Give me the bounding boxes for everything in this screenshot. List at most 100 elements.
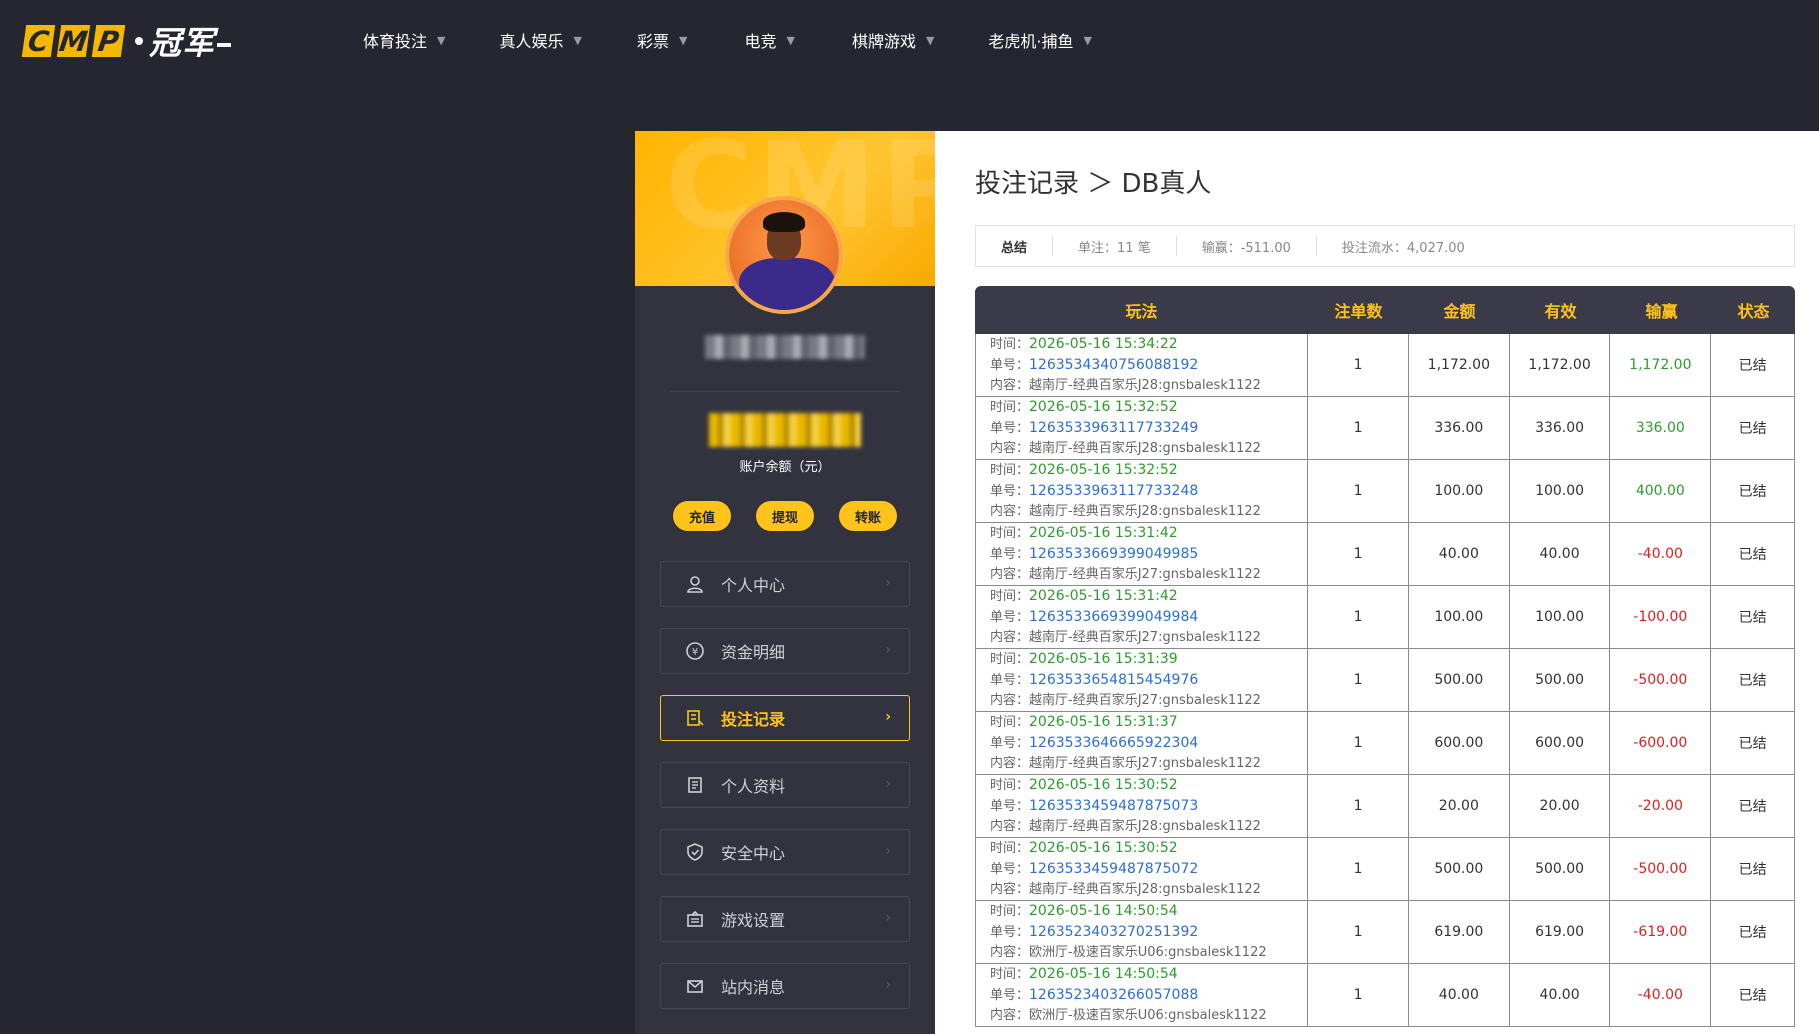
bet-time-line: 时间：2026-05-16 15:31:39 (990, 649, 1178, 670)
bet-info-cell: 时间：2026-05-16 14:50:54 单号：126352340326605… (976, 964, 1309, 1026)
bet-status: 已结 (1738, 862, 1767, 878)
bet-amount: 100.00 (1409, 586, 1510, 648)
bet-info-cell: 时间：2026-05-16 15:34:22 单号：126353434075608… (976, 334, 1309, 396)
bet-time: 2026-05-16 15:30:52 (1029, 777, 1178, 793)
bet-order-link[interactable]: 1263533963117733249 (1029, 420, 1198, 436)
bet-order-link[interactable]: 1263523403266057088 (1029, 987, 1198, 1003)
menu-item-inbox[interactable]: 站内消息 › (660, 963, 910, 1009)
menu-item-game-settings[interactable]: 游戏设置 › (660, 896, 910, 942)
bet-content-line: 内容：越南厅-经典百家乐J28:gnsbalesk1122 (990, 880, 1261, 900)
account-menu: 个人中心 › ¥ 资金明细 › 投注记录 › 个人资料 › 安全中心 › 游戏设… (660, 561, 910, 1030)
chevron-down-icon: ▼ (437, 33, 446, 47)
bet-order-link[interactable]: 1263533669399049984 (1029, 609, 1198, 625)
bet-time: 2026-05-16 15:30:52 (1029, 840, 1178, 856)
bet-content-line: 内容：越南厅-经典百家乐J27:gnsbalesk1122 (990, 691, 1261, 711)
chevron-right-icon: › (885, 575, 891, 591)
bet-status: 已结 (1738, 736, 1767, 752)
bet-profit: -619.00 (1610, 901, 1712, 963)
bet-info-cell: 时间：2026-05-16 15:30:52 单号：126353345948787… (976, 775, 1309, 837)
bet-profit: -500.00 (1610, 649, 1712, 711)
menu-label: 投注记录 (721, 710, 786, 729)
time-label: 时间： (990, 841, 1030, 856)
bet-order-line: 单号：1263533646665922304 (990, 733, 1198, 754)
chevron-down-icon: ▼ (925, 33, 935, 47)
menu-item-personal-profile[interactable]: 个人资料 › (660, 762, 910, 808)
bet-order-link[interactable]: 1263533459487875072 (1029, 861, 1198, 877)
bet-order-link[interactable]: 1263523403270251392 (1029, 924, 1198, 940)
bet-amount: 500.00 (1409, 838, 1510, 900)
content-label: 内容： (990, 378, 1030, 393)
bet-count: 1 (1308, 775, 1409, 837)
nav-item-sports[interactable]: 体育投注 ▼ (363, 28, 445, 52)
bet-status: 已结 (1738, 799, 1767, 815)
bet-count: 1 (1308, 838, 1409, 900)
bet-time-line: 时间：2026-05-16 14:50:54 (990, 964, 1178, 985)
bet-content: 越南厅-经典百家乐J27:gnsbalesk1122 (1029, 630, 1261, 645)
bet-profit: 1,172.00 (1610, 334, 1712, 396)
avatar[interactable] (725, 196, 843, 314)
bet-info-cell: 时间：2026-05-16 15:31:42 单号：126353366939904… (976, 523, 1309, 585)
bet-order-link[interactable]: 1263533459487875073 (1029, 798, 1198, 814)
menu-item-security-center[interactable]: 安全中心 › (660, 829, 910, 875)
nav-item-live-casino[interactable]: 真人娱乐 ▼ (499, 28, 581, 52)
chevron-right-icon: › (885, 843, 891, 859)
table-row: 时间：2026-05-16 15:31:42 单号：126353366939904… (975, 523, 1795, 586)
bet-profit: -500.00 (1610, 838, 1712, 900)
nav-item-slots-fishing[interactable]: 老虎机·捕鱼 ▼ (988, 28, 1092, 52)
time-label: 时间： (990, 400, 1030, 415)
menu-item-fund-details[interactable]: ¥ 资金明细 › (660, 628, 910, 674)
nav-label: 真人娱乐 (499, 32, 564, 51)
bet-content: 越南厅-经典百家乐J28:gnsbalesk1122 (1029, 441, 1261, 456)
bet-valid-amount: 336.00 (1510, 397, 1611, 459)
bet-order-link[interactable]: 1263533646665922304 (1029, 735, 1198, 751)
user-icon (685, 574, 705, 594)
svg-text:¥: ¥ (692, 647, 698, 658)
column-header-status: 状态 (1737, 302, 1770, 321)
bet-amount: 619.00 (1409, 901, 1510, 963)
order-label: 单号： (990, 358, 1030, 373)
bet-content: 越南厅-经典百家乐J27:gnsbalesk1122 (1029, 567, 1261, 582)
chevron-right-icon: › (885, 642, 891, 658)
content-label: 内容： (990, 693, 1030, 708)
bet-valid-amount: 500.00 (1510, 838, 1611, 900)
bet-valid-amount: 100.00 (1510, 586, 1611, 648)
menu-item-bet-records[interactable]: 投注记录 › (660, 695, 910, 741)
bet-status: 已结 (1738, 547, 1767, 563)
avatar-shirt (739, 258, 835, 310)
summary-profit: 输赢：-511.00 (1177, 236, 1317, 256)
bet-order-link[interactable]: 1263533669399049985 (1029, 546, 1198, 562)
bet-status: 已结 (1738, 988, 1767, 1004)
table-row: 时间：2026-05-16 14:50:54 单号：126352340326605… (975, 964, 1795, 1027)
table-row: 时间：2026-05-16 15:34:22 单号：126353434075608… (975, 334, 1795, 397)
nav-item-lottery[interactable]: 彩票 ▼ (637, 28, 687, 52)
table-header: 玩法 注单数 金额 有效 输赢 状态 (975, 286, 1795, 334)
summary-label: 总结 (976, 236, 1054, 256)
time-label: 时间： (990, 778, 1030, 793)
bet-content-line: 内容：越南厅-经典百家乐J27:gnsbalesk1122 (990, 565, 1261, 585)
nav-item-card-games[interactable]: 棋牌游戏 ▼ (852, 28, 934, 52)
time-label: 时间： (990, 967, 1030, 982)
bet-content-line: 内容：欧洲厅-极速百家乐U06:gnsbalesk1122 (990, 943, 1267, 963)
bet-valid-amount: 40.00 (1510, 964, 1611, 1026)
bet-time: 2026-05-16 15:31:42 (1029, 525, 1178, 541)
bet-time: 2026-05-16 15:34:22 (1029, 336, 1178, 352)
bet-info-cell: 时间：2026-05-16 15:31:39 单号：126353365481545… (976, 649, 1309, 711)
nav-item-esports[interactable]: 电竞 ▼ (744, 28, 794, 52)
menu-item-personal-center[interactable]: 个人中心 › (660, 561, 910, 607)
bet-info-cell: 时间：2026-05-16 15:30:52 单号：126353345948787… (976, 838, 1309, 900)
deposit-button[interactable]: 充值 (673, 501, 731, 531)
brand-logo[interactable]: C M P 冠军 (21, 24, 232, 62)
bet-order-link[interactable]: 1263533963117733248 (1029, 483, 1198, 499)
nav-label: 电竞 (744, 32, 777, 51)
bet-order-link[interactable]: 1263533654815454976 (1029, 672, 1198, 688)
withdraw-button[interactable]: 提现 (756, 501, 814, 531)
bet-content-line: 内容：越南厅-经典百家乐J27:gnsbalesk1122 (990, 628, 1261, 648)
bet-content-line: 内容：欧洲厅-极速百家乐U06:gnsbalesk1122 (990, 1006, 1267, 1026)
bet-order-link[interactable]: 1263534340756088192 (1029, 357, 1198, 373)
transfer-button[interactable]: 转账 (839, 501, 897, 531)
content-label: 内容： (990, 819, 1030, 834)
bet-amount: 500.00 (1409, 649, 1510, 711)
bet-count: 1 (1308, 586, 1409, 648)
bet-time-line: 时间：2026-05-16 15:30:52 (990, 838, 1178, 859)
bet-time-line: 时间：2026-05-16 15:34:22 (990, 334, 1178, 355)
